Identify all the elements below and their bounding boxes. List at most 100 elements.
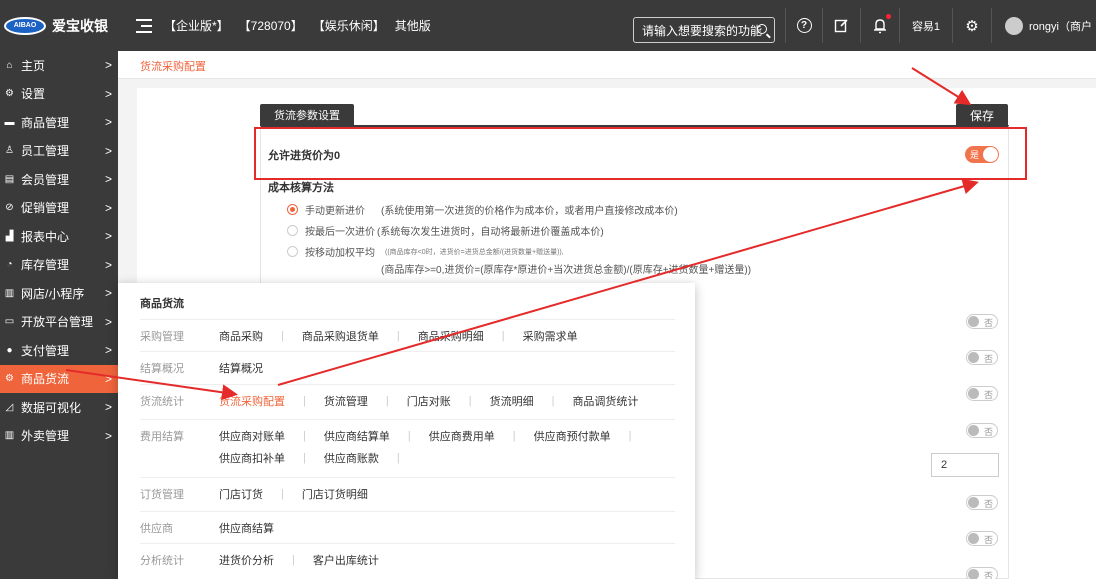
chevron-right-icon: > [104,229,112,244]
user-menu[interactable]: rongyi（商户 [1005,0,1096,51]
promotion-icon: ⊘ [5,202,14,214]
setting-toggle[interactable]: 否 [966,350,998,365]
notification-button[interactable] [861,0,899,51]
bell-icon [874,18,886,33]
breadcrumb-current[interactable]: 货流采购配置 [140,58,206,74]
sidebar-item[interactable]: ⌂ 主页 > [0,51,118,80]
method-desc: (系统每次发生进货时，自动将最新进价覆盖成本价) [377,227,604,238]
link-separator: | [292,554,295,566]
weighted-formula: (商品库存>=0,进货价=(原库存*原进价+当次进货总金额)/(原库存+进货数量… [381,265,752,276]
dropdown-link[interactable]: 商品采购 [219,328,263,344]
payment-icon: ● [6,344,13,356]
dropdown-category: 分析统计 [140,555,184,567]
sidebar-item[interactable]: ⚙ 商品货流 > [0,364,118,393]
sidebar-item[interactable]: ⚙ 设置 > [0,80,118,109]
sidebar-item[interactable]: ▭ 开放平台管理 > [0,308,118,337]
sidebar-item[interactable]: ▥ 网店/小程序 > [0,279,118,308]
tab-goods-flow-params[interactable]: 货流参数设置 [260,104,354,126]
toggle-text: 否 [983,390,993,400]
link-separator: | [281,488,284,500]
dropdown-link[interactable]: 门店订货 [219,486,263,502]
dropdown-category: 费用结算 [140,431,184,443]
goods-flow-icon: ⚙ [5,373,14,385]
sidebar-item-label: 外卖管理 [21,429,70,444]
chevron-right-icon: > [104,257,112,272]
dropdown-link[interactable]: 商品采购退货单 [302,328,379,344]
method-option-last[interactable]: 按最后一次进价 (系统每次发生进货时，自动将最新进价覆盖成本价) [287,223,604,238]
version-other[interactable]: 其他版 [395,17,431,34]
search-box[interactable]: 请输入想要搜索的功能 [633,17,775,43]
toggle-knob [968,316,979,327]
dropdown-link[interactable]: 商品采购明细 [418,328,484,344]
method-option-weighted[interactable]: 按移动加权平均 ((商品库存<0时，进货价=进货总金额/(进货数量+赠送量)), [287,244,564,259]
dropdown-links: 供应商对账单 | 供应商结算单 | 供应商费用单 | 供应商预付款单 | [219,428,649,444]
dropdown-link[interactable]: 供应商预付款单 [534,428,611,444]
sidebar-item-label: 员工管理 [21,144,70,159]
setting-toggle[interactable]: 否 [966,567,998,579]
setting-toggle[interactable]: 否 [966,314,998,329]
dropdown-link[interactable]: 供应商扣补单 [219,450,285,466]
dropdown-link[interactable]: 客户出库统计 [313,552,379,568]
method-option-manual[interactable]: 手动更新进价 (系统使用第一次进货的价格作为成本价，或者用户直接修改成本价) [287,202,678,217]
link-separator: | [396,330,400,342]
edit-button[interactable] [823,0,860,51]
setting-toggle[interactable]: 否 [966,531,998,546]
dropdown-link[interactable]: 商品调货统计 [572,393,638,409]
setting-toggle[interactable]: 否 [966,495,998,510]
version-enterprise[interactable]: 【企业版*】 [164,17,229,34]
dropdown-link[interactable]: 采购需求单 [523,328,578,344]
radio-button[interactable] [287,204,298,215]
method-desc: (系统使用第一次进货的价格作为成本价，或者用户直接修改成本价) [381,206,678,217]
dropdown-link[interactable]: 货流明细 [490,393,534,409]
chevron-right-icon: > [104,58,112,73]
menu-toggle-icon[interactable] [136,18,152,33]
dropdown-link[interactable]: 进货价分析 [219,552,274,568]
store-selector[interactable]: 容易1 [900,0,952,51]
sidebar-item[interactable]: ▤ 会员管理 > [0,165,118,194]
sidebar-item[interactable]: ▬ 商品管理 > [0,108,118,137]
dropdown-link[interactable]: 供应商结算 [219,520,274,536]
dropdown-row: 费用结算 供应商对账单 | 供应商结算单 | 供应商费用单 | 供应商预付款单 | 供应商扣补单 |… [140,419,675,465]
chevron-right-icon: > [104,428,112,443]
link-separator: | [628,430,632,442]
setting-toggle[interactable]: 否 [966,423,998,438]
save-button[interactable]: 保存 [956,104,1008,126]
sidebar-item[interactable]: ⊘ 促销管理 > [0,194,118,223]
toggle-knob [968,388,979,399]
toggle-text: 否 [983,427,993,437]
number-input[interactable]: 2 [931,453,999,477]
toggle-text: 否 [983,499,993,509]
dropdown-link[interactable]: 门店对账 [407,393,451,409]
version-entertainment[interactable]: 【娱乐休闲】 [313,17,385,34]
dropdown-link[interactable]: 供应商账款 [324,450,379,466]
sidebar-item-label: 商品货流 [21,372,70,387]
gear-icon: ⚙ [965,17,979,35]
toggle-text: 否 [983,354,993,364]
sidebar-item-label: 网店/小程序 [21,286,85,301]
version-id[interactable]: 【728070】 [239,17,303,34]
dropdown-link[interactable]: 货流采购配置 [219,393,285,409]
search-icon[interactable] [757,24,767,34]
radio-button[interactable] [287,246,298,257]
setting-toggle[interactable]: 否 [966,386,998,401]
dropdown-link[interactable]: 供应商费用单 [429,428,495,444]
dropdown-link[interactable]: 货流管理 [324,393,368,409]
help-button[interactable]: ? [786,0,822,51]
sidebar-item[interactable]: ◔ 库存管理 > [0,251,118,280]
dropdown-link[interactable]: 供应商结算单 [324,428,390,444]
dropdown-link[interactable]: 结算概况 [219,360,263,376]
dropdown-link[interactable]: 门店订货明细 [302,486,368,502]
dropdown-link[interactable]: 供应商对账单 [219,428,285,444]
sidebar-item[interactable]: ▟ 报表中心 > [0,222,118,251]
sidebar-item[interactable]: ♙ 员工管理 > [0,137,118,166]
radio-button[interactable] [287,225,298,236]
logo[interactable]: AIBAO 爱宝收银 [0,0,118,51]
staff-icon: ♙ [5,145,14,157]
chevron-right-icon: > [104,143,112,158]
settings-button[interactable]: ⚙ [953,0,991,51]
sidebar-item[interactable]: ▥ 外卖管理 > [0,422,118,451]
sidebar-item[interactable]: ◿ 数据可视化 > [0,393,118,422]
sidebar-item[interactable]: ● 支付管理 > [0,336,118,365]
method-label: 按移动加权平均 [305,248,375,259]
dropdown-links: 进货价分析 | 客户出库统计 [219,552,379,568]
